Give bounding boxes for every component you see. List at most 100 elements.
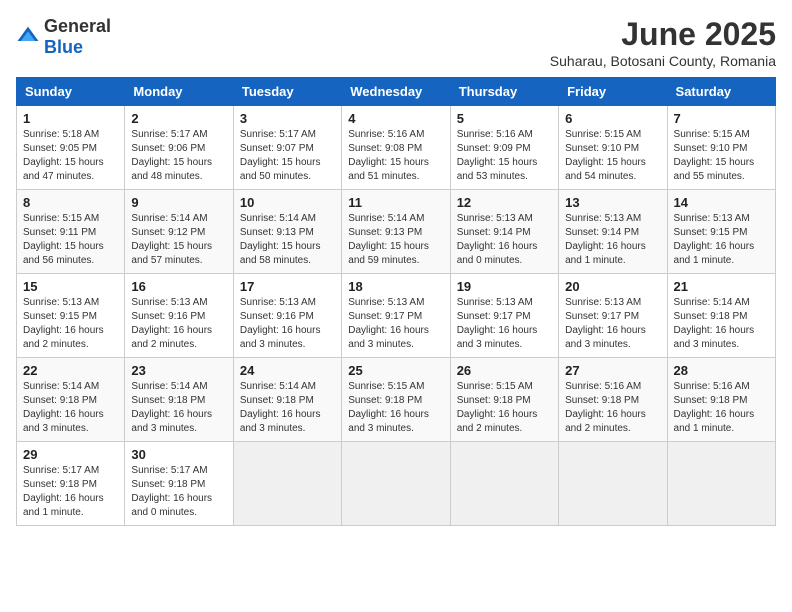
day-number: 27 — [565, 363, 660, 378]
weekday-header-saturday: Saturday — [667, 78, 775, 106]
calendar-cell: 6 Sunrise: 5:15 AM Sunset: 9:10 PM Daylig… — [559, 106, 667, 190]
calendar-cell: 18 Sunrise: 5:13 AM Sunset: 9:17 PM Dayli… — [342, 274, 450, 358]
calendar-cell: 22 Sunrise: 5:14 AM Sunset: 9:18 PM Dayli… — [17, 358, 125, 442]
logo-text: General Blue — [44, 16, 111, 58]
calendar-cell: 16 Sunrise: 5:13 AM Sunset: 9:16 PM Dayli… — [125, 274, 233, 358]
calendar-cell: 28 Sunrise: 5:16 AM Sunset: 9:18 PM Dayli… — [667, 358, 775, 442]
day-info: Sunrise: 5:17 AM Sunset: 9:07 PM Dayligh… — [240, 128, 335, 184]
day-number: 6 — [565, 111, 660, 126]
calendar-cell — [342, 442, 450, 526]
weekday-header-sunday: Sunday — [17, 78, 125, 106]
day-number: 22 — [23, 363, 118, 378]
title-area: June 2025 Suharau, Botosani County, Roma… — [550, 16, 776, 69]
calendar-cell: 19 Sunrise: 5:13 AM Sunset: 9:17 PM Dayli… — [450, 274, 558, 358]
logo-general: General — [44, 16, 111, 36]
day-number: 5 — [457, 111, 552, 126]
day-info: Sunrise: 5:13 AM Sunset: 9:14 PM Dayligh… — [565, 212, 660, 268]
day-number: 19 — [457, 279, 552, 294]
calendar-cell: 5 Sunrise: 5:16 AM Sunset: 9:09 PM Daylig… — [450, 106, 558, 190]
day-info: Sunrise: 5:14 AM Sunset: 9:18 PM Dayligh… — [23, 380, 118, 436]
day-number: 15 — [23, 279, 118, 294]
day-number: 7 — [674, 111, 769, 126]
logo-icon — [16, 25, 40, 49]
calendar-cell: 11Sunrise: 5:14 AM Sunset: 9:13 PM Dayli… — [342, 190, 450, 274]
calendar-table: SundayMondayTuesdayWednesdayThursdayFrid… — [16, 77, 776, 526]
day-number: 28 — [674, 363, 769, 378]
calendar-cell: 30Sunrise: 5:17 AM Sunset: 9:18 PM Dayli… — [125, 442, 233, 526]
calendar-cell: 4 Sunrise: 5:16 AM Sunset: 9:08 PM Daylig… — [342, 106, 450, 190]
calendar-cell: 27 Sunrise: 5:16 AM Sunset: 9:18 PM Dayli… — [559, 358, 667, 442]
weekday-header-monday: Monday — [125, 78, 233, 106]
weekday-header-tuesday: Tuesday — [233, 78, 341, 106]
day-info: Sunrise: 5:14 AM Sunset: 9:18 PM Dayligh… — [131, 380, 226, 436]
day-info: Sunrise: 5:14 AM Sunset: 9:13 PM Dayligh… — [240, 212, 335, 268]
calendar-cell — [667, 442, 775, 526]
day-number: 11 — [348, 195, 443, 210]
day-info: Sunrise: 5:13 AM Sunset: 9:15 PM Dayligh… — [23, 296, 118, 352]
day-number: 25 — [348, 363, 443, 378]
weekday-header-thursday: Thursday — [450, 78, 558, 106]
calendar-cell: 14 Sunrise: 5:13 AM Sunset: 9:15 PM Dayli… — [667, 190, 775, 274]
calendar-cell: 12Sunrise: 5:13 AM Sunset: 9:14 PM Dayli… — [450, 190, 558, 274]
day-info: Sunrise: 5:16 AM Sunset: 9:09 PM Dayligh… — [457, 128, 552, 184]
day-info: Sunrise: 5:16 AM Sunset: 9:18 PM Dayligh… — [565, 380, 660, 436]
day-info: Sunrise: 5:13 AM Sunset: 9:16 PM Dayligh… — [131, 296, 226, 352]
calendar-cell: 29 Sunrise: 5:17 AM Sunset: 9:18 PM Dayli… — [17, 442, 125, 526]
day-info: Sunrise: 5:13 AM Sunset: 9:14 PM Dayligh… — [457, 212, 552, 268]
day-info: Sunrise: 5:13 AM Sunset: 9:17 PM Dayligh… — [457, 296, 552, 352]
day-number: 4 — [348, 111, 443, 126]
day-info: Sunrise: 5:13 AM Sunset: 9:17 PM Dayligh… — [565, 296, 660, 352]
day-info: Sunrise: 5:15 AM Sunset: 9:10 PM Dayligh… — [565, 128, 660, 184]
calendar-cell: 21Sunrise: 5:14 AM Sunset: 9:18 PM Dayli… — [667, 274, 775, 358]
day-info: Sunrise: 5:15 AM Sunset: 9:11 PM Dayligh… — [23, 212, 118, 268]
day-info: Sunrise: 5:13 AM Sunset: 9:15 PM Dayligh… — [674, 212, 769, 268]
day-number: 3 — [240, 111, 335, 126]
page-header: General Blue June 2025 Suharau, Botosani… — [16, 16, 776, 69]
day-info: Sunrise: 5:16 AM Sunset: 9:08 PM Dayligh… — [348, 128, 443, 184]
calendar-cell: 10 Sunrise: 5:14 AM Sunset: 9:13 PM Dayli… — [233, 190, 341, 274]
day-number: 10 — [240, 195, 335, 210]
calendar-week-row: 15 Sunrise: 5:13 AM Sunset: 9:15 PM Dayli… — [17, 274, 776, 358]
calendar-cell: 8 Sunrise: 5:15 AM Sunset: 9:11 PM Daylig… — [17, 190, 125, 274]
day-info: Sunrise: 5:15 AM Sunset: 9:18 PM Dayligh… — [457, 380, 552, 436]
day-number: 24 — [240, 363, 335, 378]
day-number: 8 — [23, 195, 118, 210]
weekday-header-friday: Friday — [559, 78, 667, 106]
calendar-cell: 1 Sunrise: 5:18 AM Sunset: 9:05 PM Daylig… — [17, 106, 125, 190]
calendar-cell: 23Sunrise: 5:14 AM Sunset: 9:18 PM Dayli… — [125, 358, 233, 442]
calendar-cell: 24 Sunrise: 5:14 AM Sunset: 9:18 PM Dayli… — [233, 358, 341, 442]
month-title: June 2025 — [550, 16, 776, 53]
calendar-week-row: 1 Sunrise: 5:18 AM Sunset: 9:05 PM Daylig… — [17, 106, 776, 190]
calendar-cell: 20 Sunrise: 5:13 AM Sunset: 9:17 PM Dayli… — [559, 274, 667, 358]
calendar-cell: 9Sunrise: 5:14 AM Sunset: 9:12 PM Daylig… — [125, 190, 233, 274]
day-number: 20 — [565, 279, 660, 294]
calendar-cell — [559, 442, 667, 526]
calendar-week-row: 29 Sunrise: 5:17 AM Sunset: 9:18 PM Dayli… — [17, 442, 776, 526]
calendar-week-row: 22 Sunrise: 5:14 AM Sunset: 9:18 PM Dayli… — [17, 358, 776, 442]
calendar-cell: 25 Sunrise: 5:15 AM Sunset: 9:18 PM Dayli… — [342, 358, 450, 442]
day-number: 1 — [23, 111, 118, 126]
day-info: Sunrise: 5:14 AM Sunset: 9:12 PM Dayligh… — [131, 212, 226, 268]
day-number: 21 — [674, 279, 769, 294]
day-info: Sunrise: 5:13 AM Sunset: 9:17 PM Dayligh… — [348, 296, 443, 352]
calendar-cell: 2 Sunrise: 5:17 AM Sunset: 9:06 PM Daylig… — [125, 106, 233, 190]
day-info: Sunrise: 5:15 AM Sunset: 9:18 PM Dayligh… — [348, 380, 443, 436]
day-number: 17 — [240, 279, 335, 294]
calendar-cell: 17 Sunrise: 5:13 AM Sunset: 9:16 PM Dayli… — [233, 274, 341, 358]
logo: General Blue — [16, 16, 111, 58]
day-number: 16 — [131, 279, 226, 294]
day-info: Sunrise: 5:16 AM Sunset: 9:18 PM Dayligh… — [674, 380, 769, 436]
day-number: 2 — [131, 111, 226, 126]
day-number: 14 — [674, 195, 769, 210]
day-info: Sunrise: 5:13 AM Sunset: 9:16 PM Dayligh… — [240, 296, 335, 352]
logo-blue: Blue — [44, 37, 83, 57]
day-info: Sunrise: 5:17 AM Sunset: 9:18 PM Dayligh… — [131, 464, 226, 520]
day-number: 18 — [348, 279, 443, 294]
day-info: Sunrise: 5:17 AM Sunset: 9:18 PM Dayligh… — [23, 464, 118, 520]
day-info: Sunrise: 5:18 AM Sunset: 9:05 PM Dayligh… — [23, 128, 118, 184]
day-number: 29 — [23, 447, 118, 462]
calendar-cell: 26Sunrise: 5:15 AM Sunset: 9:18 PM Dayli… — [450, 358, 558, 442]
day-info: Sunrise: 5:17 AM Sunset: 9:06 PM Dayligh… — [131, 128, 226, 184]
calendar-cell — [450, 442, 558, 526]
day-info: Sunrise: 5:14 AM Sunset: 9:18 PM Dayligh… — [240, 380, 335, 436]
